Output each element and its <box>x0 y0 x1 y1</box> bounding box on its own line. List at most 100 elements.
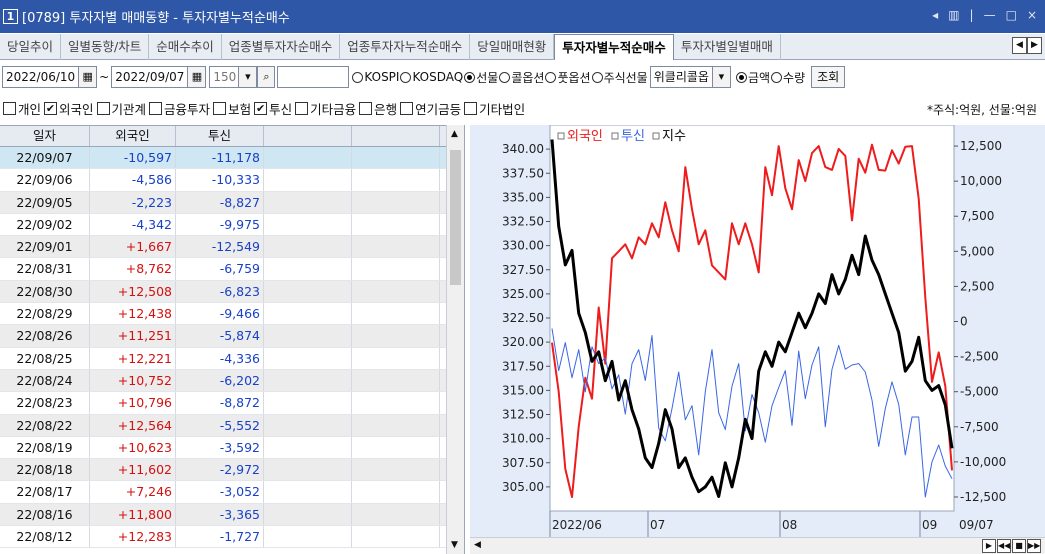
table-row[interactable]: 22/09/01 +1,667 -12,549 <box>0 236 464 259</box>
table-row[interactable]: 22/08/24 +10,752 -6,202 <box>0 369 464 393</box>
weekly-select[interactable]: 위클리콜옵 <box>649 66 713 88</box>
maximize-icon[interactable]: □ <box>1006 8 1017 22</box>
market-radio-4[interactable]: 풋옵션 <box>545 69 591 86</box>
table-row[interactable]: 22/08/19 +10,623 -3,592 <box>0 436 464 460</box>
investor-checkbox-9[interactable]: 기타법인 <box>464 99 525 118</box>
tab-daily-trend[interactable]: 당일추이 <box>0 34 62 60</box>
grid-vertical-scrollbar[interactable]: ▲ ▼ <box>446 125 464 554</box>
market-radio-0[interactable]: KOSPI <box>352 69 399 86</box>
table-row[interactable]: 22/08/12 +12,283 -1,727 <box>0 526 464 549</box>
foreign-cell: +11,800 <box>90 503 176 526</box>
checkbox-box[interactable] <box>359 102 373 115</box>
checkmark-icon[interactable]: ✔ <box>254 102 268 115</box>
table-row[interactable]: 22/08/23 +10,796 -8,872 <box>0 392 464 415</box>
scroll-down-icon[interactable]: ▼ <box>451 540 458 550</box>
checkmark-icon[interactable]: ✔ <box>44 102 58 115</box>
table-row[interactable]: 22/08/22 +12,564 -5,552 <box>0 414 464 437</box>
checkbox-label: 외국인 <box>59 102 94 117</box>
checkbox-box[interactable] <box>3 102 16 115</box>
tab-today-trading[interactable]: 당일매매현황 <box>470 34 555 60</box>
tab-investor-daily[interactable]: 투자자별일별매매 <box>674 34 781 60</box>
table-row[interactable]: 22/08/29 +12,438 -9,466 <box>0 303 464 326</box>
table-row[interactable]: 22/08/16 +11,800 -3,365 <box>0 503 464 527</box>
table-row[interactable]: 22/09/02 -4,342 -9,975 <box>0 213 464 237</box>
investor-checkbox-1[interactable]: ✔ 외국인 <box>44 99 94 118</box>
close-icon[interactable]: × <box>1027 8 1037 22</box>
value-radio-1[interactable]: 수량 <box>771 69 805 86</box>
empty-cell <box>352 191 440 213</box>
market-radio-5[interactable]: 주식선물 <box>591 69 648 86</box>
legend-label: 지수 <box>662 129 686 144</box>
investor-checkbox-5[interactable]: ✔ 투신 <box>254 99 292 118</box>
tile-icon[interactable]: ▥ <box>948 8 959 22</box>
radio-indicator[interactable] <box>735 71 747 83</box>
calendar-icon[interactable]: ▦ <box>188 66 207 88</box>
stop-icon[interactable]: ■ <box>1012 539 1026 553</box>
checkbox-box[interactable] <box>295 102 309 115</box>
table-row[interactable]: 22/08/17 +7,246 -3,052 <box>0 481 464 504</box>
scroll-up-icon[interactable]: ▲ <box>451 129 458 139</box>
count-input[interactable]: 150 <box>209 66 240 88</box>
chevron-down-icon[interactable]: ▾ <box>239 66 258 88</box>
radio-indicator[interactable] <box>499 71 511 83</box>
radio-indicator[interactable] <box>771 71 783 83</box>
tab-daily-chart[interactable]: 일별동향/차트 <box>61 34 150 60</box>
search-icon[interactable]: ⌕ <box>257 66 276 88</box>
table-row[interactable]: 22/09/06 -4,586 -10,333 <box>0 169 464 192</box>
column-header-date[interactable]: 일자 <box>0 126 90 146</box>
radio-indicator[interactable] <box>400 71 412 83</box>
investor-checkbox-6[interactable]: 기타금융 <box>295 99 356 118</box>
tab-net-buy-trend[interactable]: 순매수추이 <box>149 34 222 60</box>
radio-indicator[interactable] <box>591 71 603 83</box>
fast-forward-icon[interactable]: ▶▶ <box>1027 539 1041 553</box>
query-button[interactable]: 조회 <box>811 66 846 88</box>
checkbox-box[interactable] <box>213 102 227 115</box>
table-row[interactable]: 22/08/26 +11,251 -5,874 <box>0 325 464 348</box>
investor-checkbox-2[interactable]: 기관계 <box>96 99 146 118</box>
start-date-input[interactable]: 2022/06/10 <box>2 66 80 88</box>
table-row[interactable]: 22/08/25 +12,221 -4,336 <box>0 347 464 370</box>
rewind-icon[interactable]: ◀◀ <box>997 539 1011 553</box>
tab-sector-net-buy[interactable]: 업종별투자자순매수 <box>222 34 341 60</box>
play-icon[interactable]: ▶ <box>982 539 996 553</box>
tab-next-icon[interactable]: ▶ <box>1027 37 1042 54</box>
tab-investor-cumulative[interactable]: 투자자별누적순매수 <box>554 34 674 60</box>
investor-checkbox-7[interactable]: 은행 <box>359 99 397 118</box>
market-radio-1[interactable]: KOSDAQ <box>400 69 463 86</box>
checkbox-box[interactable] <box>464 102 478 115</box>
checkbox-box[interactable] <box>96 102 110 115</box>
table-row[interactable]: 22/09/07 -10,597 -11,178 <box>0 147 464 170</box>
tab-sector-cumulative[interactable]: 업종투자자누적순매수 <box>340 34 471 60</box>
code-input[interactable] <box>277 66 350 88</box>
right-tick-label: 10,000 <box>960 174 1002 188</box>
collapse-icon[interactable]: ◂ <box>932 8 938 22</box>
investor-checkbox-0[interactable]: 개인 <box>3 99 41 118</box>
market-radio-3[interactable]: 콜옵션 <box>499 69 544 86</box>
investor-checkbox-3[interactable]: 금융투자 <box>149 99 210 118</box>
table-row[interactable]: 22/08/31 +8,762 -6,759 <box>0 258 464 281</box>
investor-checkbox-4[interactable]: 보험 <box>213 99 251 118</box>
radio-indicator[interactable] <box>545 71 557 83</box>
column-header-foreign[interactable]: 외국인 <box>90 126 176 146</box>
chevron-down-icon[interactable]: ▾ <box>712 66 731 88</box>
end-date-input[interactable]: 2022/09/07 <box>111 66 189 88</box>
x-tick-label: 09/07 <box>959 518 994 532</box>
value-radio-0[interactable]: 금액 <box>735 69 770 86</box>
scroll-left-icon[interactable]: ◀ <box>474 540 481 550</box>
calendar-icon[interactable]: ▦ <box>79 66 98 88</box>
radio-indicator[interactable] <box>352 71 364 83</box>
column-header-trust[interactable]: 투신 <box>176 126 264 146</box>
minimize-icon[interactable]: — <box>984 8 996 22</box>
table-row[interactable]: 22/08/18 +11,602 -2,972 <box>0 459 464 482</box>
left-tick-label: 327.50 <box>502 263 544 277</box>
checkbox-box[interactable] <box>149 102 163 115</box>
tab-prev-icon[interactable]: ◀ <box>1012 37 1027 54</box>
table-row[interactable]: 22/08/30 +12,508 -6,823 <box>0 280 464 304</box>
investor-checkbox-8[interactable]: 연기금등 <box>400 99 461 118</box>
checkbox-box[interactable] <box>400 102 414 115</box>
chart-horizontal-scrollbar[interactable]: ◀ ▶ ◀◀ ■ ▶▶ <box>470 537 1045 554</box>
radio-indicator[interactable] <box>464 71 476 83</box>
scroll-thumb[interactable] <box>450 150 461 285</box>
table-row[interactable]: 22/09/05 -2,223 -8,827 <box>0 191 464 214</box>
market-radio-2[interactable]: 선물 <box>464 69 498 86</box>
